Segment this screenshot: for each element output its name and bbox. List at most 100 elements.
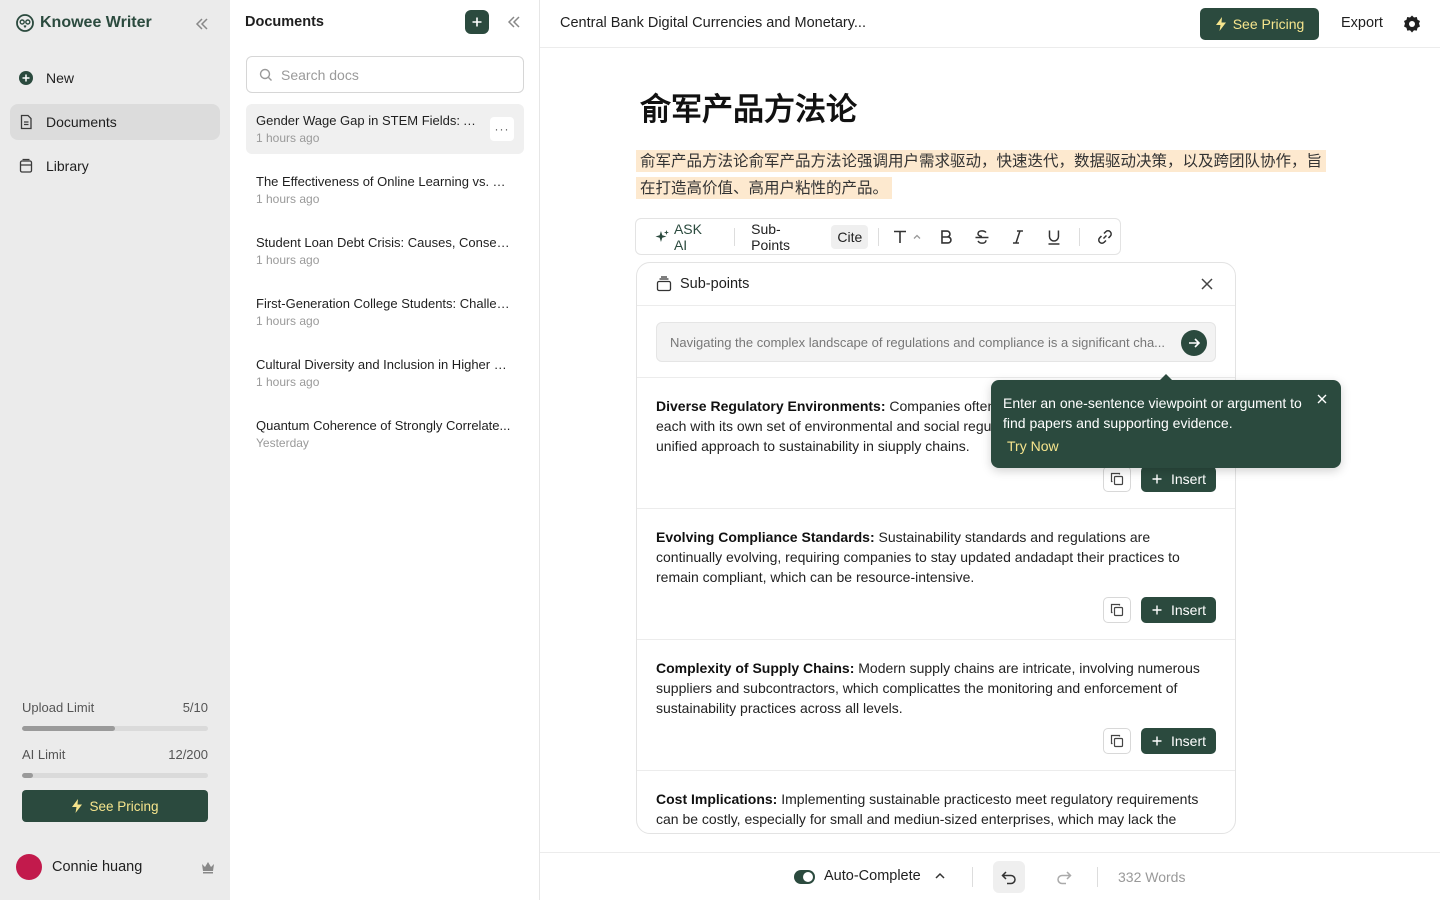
upload-limit-fill xyxy=(22,726,115,731)
lightning-icon xyxy=(72,799,83,813)
auto-complete-toggle[interactable] xyxy=(794,870,815,884)
sidebar-item-label: Documents xyxy=(46,114,117,130)
search-input[interactable] xyxy=(281,66,511,83)
editor-bottombar: Auto-Complete 332 Words xyxy=(540,852,1440,900)
sub-points-label: Sub-Points xyxy=(751,220,791,253)
sidebar-item-library[interactable]: Library xyxy=(10,148,220,184)
sub-point-heading: Complexity of Supply Chains: xyxy=(656,660,855,676)
bold-icon[interactable] xyxy=(937,228,955,246)
arrow-right-icon xyxy=(1189,338,1201,348)
tooltip-text: Enter an one-sentence viewpoint or argum… xyxy=(1003,395,1302,431)
library-icon xyxy=(19,158,33,173)
sidebar-item-new[interactable]: New xyxy=(10,60,220,96)
ai-limit: AI Limit 12/200 xyxy=(22,747,208,762)
crown-icon[interactable] xyxy=(200,859,216,875)
close-icon[interactable] xyxy=(1199,276,1215,292)
highlighted-paragraph[interactable]: 俞军产品方法论俞军产品方法论强调用户需求驱动，快速迭代，数据驱动决策，以及跨团队… xyxy=(636,148,1327,202)
cite-button[interactable]: Cite xyxy=(831,224,869,249)
document-title: Gender Wage Gap in STEM Fields: A... xyxy=(256,113,476,128)
strikethrough-icon[interactable] xyxy=(973,228,991,246)
collapse-documents-icon[interactable] xyxy=(504,12,524,32)
sub-point-text: Evolving Compliance Standards: Sustainab… xyxy=(656,527,1216,587)
ask-ai-button[interactable]: ASK AI xyxy=(648,217,724,257)
document-item[interactable]: Quantum Coherence of Strongly Correlate.… xyxy=(246,409,524,459)
sub-points-button[interactable]: Sub-Points xyxy=(745,217,825,257)
sub-points-title: Sub-points xyxy=(680,276,750,292)
document-title-heading[interactable]: 俞军产品方法论 xyxy=(640,84,857,129)
try-now-link[interactable]: Try Now xyxy=(1007,438,1329,454)
insert-button[interactable]: Insert xyxy=(1141,466,1216,492)
document-item[interactable]: The Effectiveness of Online Learning vs.… xyxy=(246,165,524,215)
viewpoint-input[interactable] xyxy=(670,334,1170,350)
avatar xyxy=(16,854,42,880)
upload-limit-bar xyxy=(22,726,208,731)
see-pricing-label: See Pricing xyxy=(1232,16,1305,32)
see-pricing-button-top[interactable]: See Pricing xyxy=(1200,8,1319,40)
ai-limit-bar xyxy=(22,773,208,778)
toolbar-divider xyxy=(878,227,880,246)
insert-label: Insert xyxy=(1170,602,1206,618)
upload-limit: Upload Limit 5/10 xyxy=(22,700,208,715)
submit-button[interactable] xyxy=(1181,330,1207,356)
sub-point-heading: Evolving Compliance Standards: xyxy=(656,529,875,545)
upload-limit-label: Upload Limit xyxy=(22,700,95,715)
copy-icon xyxy=(1110,472,1124,486)
close-icon[interactable] xyxy=(1315,392,1329,406)
chevron-up-icon[interactable] xyxy=(933,869,947,883)
italic-icon[interactable] xyxy=(1009,228,1027,246)
sub-points-input-area xyxy=(637,306,1235,378)
plus-circle-icon xyxy=(19,71,33,85)
document-more-button[interactable]: ··· xyxy=(490,117,514,141)
sub-point-actions: Insert xyxy=(1103,466,1216,492)
sidebar-item-documents[interactable]: Documents xyxy=(10,104,220,140)
document-item[interactable]: Gender Wage Gap in STEM Fields: A... 1 h… xyxy=(246,104,524,154)
sidebar-nav: New Documents Library xyxy=(10,60,220,192)
search-box[interactable] xyxy=(246,56,524,93)
document-title: Student Loan Debt Crisis: Causes, Conseq… xyxy=(256,235,512,250)
user-name: Connie huang xyxy=(52,859,143,875)
copy-button[interactable] xyxy=(1103,466,1131,492)
viewpoint-input-box[interactable] xyxy=(656,322,1216,362)
sub-point-actions: Insert xyxy=(1103,728,1216,754)
collapse-sidebar-icon[interactable] xyxy=(192,14,212,34)
sub-point-heading: Cost Implications: xyxy=(656,791,778,807)
insert-label: Insert xyxy=(1170,733,1206,749)
add-document-button[interactable] xyxy=(465,10,489,34)
document-item[interactable]: First-Generation College Students: Chall… xyxy=(246,287,524,337)
brand-logo[interactable]: Knowee Writer xyxy=(16,14,152,32)
onboarding-tooltip: Enter an one-sentence viewpoint or argum… xyxy=(991,374,1341,468)
text-style-dropdown[interactable] xyxy=(889,228,925,246)
gear-icon[interactable] xyxy=(1402,14,1422,34)
document-time: 1 hours ago xyxy=(256,192,320,206)
undo-icon xyxy=(1001,871,1016,885)
paragraph-text: 俞军产品方法论俞军产品方法论强调用户需求驱动，快速迭代，数据驱动决策，以及跨团队… xyxy=(636,150,1327,199)
insert-label: Insert xyxy=(1170,471,1206,487)
sidebar-item-label: Library xyxy=(46,158,89,174)
cards-icon xyxy=(656,276,672,292)
plus-icon xyxy=(1152,474,1162,484)
document-title: The Effectiveness of Online Learning vs.… xyxy=(256,174,512,189)
owl-logo-icon xyxy=(16,14,34,32)
usage-limits: Upload Limit 5/10 AI Limit 12/200 xyxy=(22,700,208,794)
document-time: 1 hours ago xyxy=(256,131,320,145)
ai-limit-label: AI Limit xyxy=(22,747,66,762)
user-profile[interactable]: Connie huang xyxy=(16,854,216,880)
see-pricing-button[interactable]: See Pricing xyxy=(22,790,208,822)
document-heading: Central Bank Digital Currencies and Mone… xyxy=(560,15,866,31)
document-icon xyxy=(20,114,32,130)
editor-topbar: Central Bank Digital Currencies and Mone… xyxy=(540,0,1440,48)
document-time: Yesterday xyxy=(256,436,309,450)
ai-limit-value: 12/200 xyxy=(168,747,208,762)
export-button[interactable]: Export xyxy=(1341,15,1383,31)
document-item[interactable]: Student Loan Debt Crisis: Causes, Conseq… xyxy=(246,226,524,276)
underline-icon[interactable] xyxy=(1045,228,1063,246)
undo-button[interactable] xyxy=(993,861,1025,893)
insert-button[interactable]: Insert xyxy=(1141,728,1216,754)
sub-points-header: Sub-points xyxy=(637,263,1235,306)
copy-button[interactable] xyxy=(1103,597,1131,623)
copy-button[interactable] xyxy=(1103,728,1131,754)
redo-button[interactable] xyxy=(1048,861,1080,893)
document-item[interactable]: Cultural Diversity and Inclusion in High… xyxy=(246,348,524,398)
insert-button[interactable]: Insert xyxy=(1141,597,1216,623)
link-icon[interactable] xyxy=(1096,228,1114,246)
